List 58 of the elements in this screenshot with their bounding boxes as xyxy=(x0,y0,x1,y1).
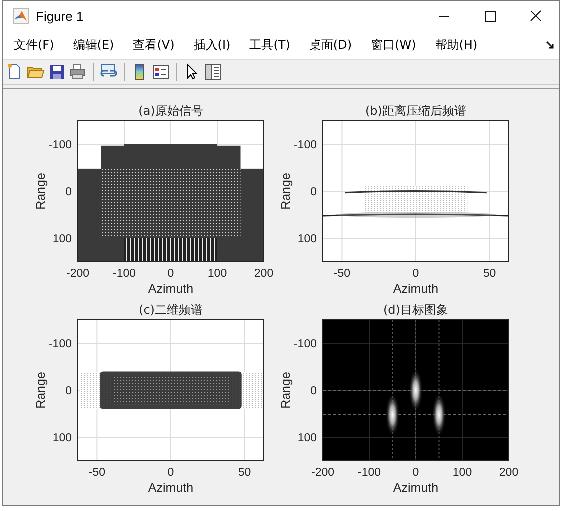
tick-label: 0 xyxy=(168,467,174,479)
plot-title: (a)原始信号 xyxy=(138,104,204,118)
tick-label: 0 xyxy=(412,268,420,280)
axis-label: Range xyxy=(34,173,48,210)
axis-label: Range xyxy=(279,372,293,409)
tick-label: -200 xyxy=(66,268,90,280)
menu-item[interactable]: 文件(F) xyxy=(7,36,62,54)
tick-label: 100 xyxy=(298,432,317,444)
tick-label: 100 xyxy=(52,432,72,444)
tick-label: 0 xyxy=(310,386,317,398)
tick-label: 0 xyxy=(66,186,72,198)
target-point xyxy=(409,368,423,412)
window-title: Figure 1 xyxy=(36,8,85,24)
tick-label: 50 xyxy=(483,268,496,280)
axis-label: Azimuth xyxy=(148,481,194,495)
axis-label: Azimuth xyxy=(148,282,194,296)
axis-label: Range xyxy=(279,173,293,210)
tick-label: -100 xyxy=(294,140,317,152)
menu-item[interactable]: 查看(V) xyxy=(126,36,182,54)
tick-label: -100 xyxy=(294,338,317,350)
tick-label: 0 xyxy=(412,467,420,479)
menu-item[interactable]: 编辑(E) xyxy=(66,36,122,54)
plot-title: (b)距离压缩后频谱 xyxy=(366,104,466,118)
axis-label: Azimuth xyxy=(393,481,439,495)
printer-icon[interactable] xyxy=(69,63,87,81)
tick-label: -100 xyxy=(48,338,72,350)
tick-label: -50 xyxy=(88,467,106,479)
tick-label: 200 xyxy=(254,268,274,280)
menu-item[interactable]: 插入(I) xyxy=(186,36,238,54)
axis-label: Azimuth xyxy=(393,282,439,296)
menu-item[interactable]: 窗口(W) xyxy=(364,36,424,54)
axis-label: Range xyxy=(34,372,48,409)
tick-label: 200 xyxy=(499,467,519,479)
app-logo-icon xyxy=(13,8,29,24)
tick-label: -100 xyxy=(48,140,72,152)
tick-label: 100 xyxy=(52,234,72,246)
dock-arrow-icon[interactable] xyxy=(546,40,555,50)
legend-icon[interactable] xyxy=(152,63,170,81)
tick-label: 100 xyxy=(208,268,228,280)
menu-item[interactable]: 工具(T) xyxy=(242,36,298,54)
tick-label: 0 xyxy=(168,268,174,280)
tick-label: 0 xyxy=(310,186,317,198)
target-point xyxy=(386,392,400,437)
tick-label: 50 xyxy=(238,467,252,479)
tick-label: 100 xyxy=(452,467,472,479)
property-panel-icon[interactable] xyxy=(204,63,222,81)
tick-label: -50 xyxy=(334,268,351,280)
menu-item[interactable]: 帮助(H) xyxy=(428,36,485,54)
tick-label: 0 xyxy=(66,386,72,398)
save-icon[interactable] xyxy=(48,63,66,81)
tick-label: -100 xyxy=(112,268,136,280)
menu-item[interactable]: 桌面(D) xyxy=(302,36,360,54)
tick-label: -100 xyxy=(358,467,382,479)
plot-title: (c)二维频谱 xyxy=(139,303,203,317)
tick-label: 100 xyxy=(298,234,317,246)
target-point xyxy=(432,392,446,437)
plot-title: (d)目标图象 xyxy=(384,303,448,317)
tick-label: -200 xyxy=(311,467,335,479)
